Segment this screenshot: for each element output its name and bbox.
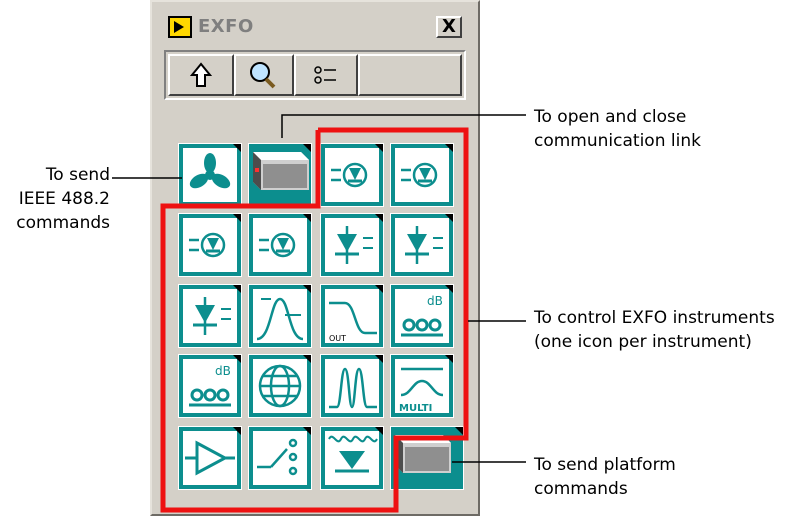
annotation-overlay xyxy=(112,114,526,513)
instrument-group-outline xyxy=(160,127,469,513)
